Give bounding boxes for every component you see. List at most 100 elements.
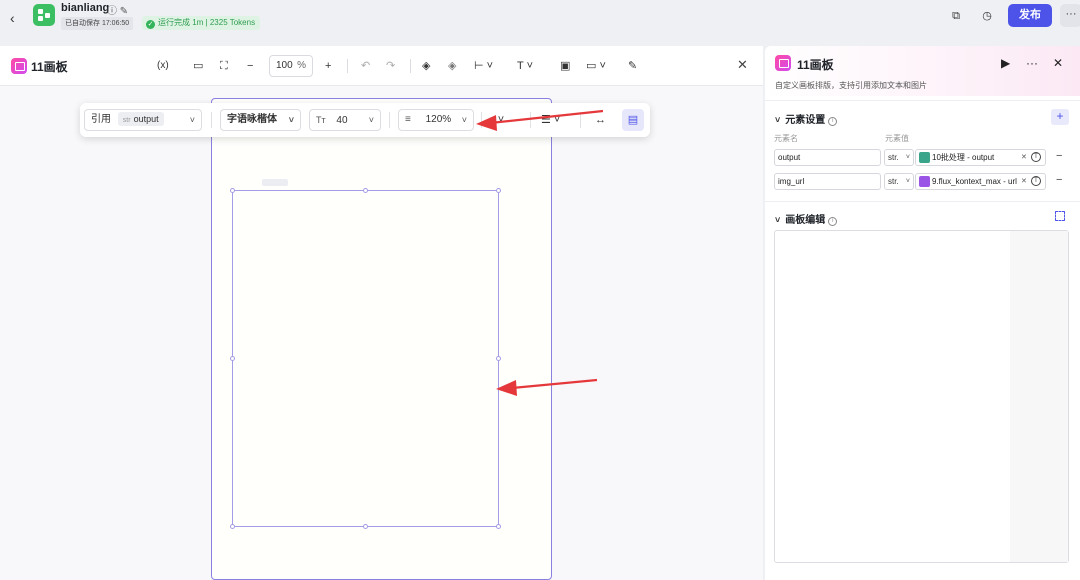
board-edit-header[interactable]: ˅ 画板编辑 i [775,211,838,226]
zoom-input[interactable]: 100% [269,55,313,77]
back-arrow-icon[interactable]: ‹ [10,8,24,28]
divider [765,100,1080,101]
font-size-select[interactable]: Tт 40 ˅ [309,109,381,131]
canvas-area[interactable] [0,86,763,580]
remove-row-icon[interactable]: − [1056,174,1062,186]
font-size-value: 40 [336,115,348,126]
auto-height-icon[interactable]: ▤ [622,109,644,131]
close-editor-icon[interactable]: ✕ [737,57,748,73]
reference-select[interactable]: 引用 str output ˅ [84,109,202,131]
undo-icon[interactable]: ↶ [361,58,370,74]
pen-tool-icon[interactable]: ✎ [628,58,637,74]
panel-description: 自定义画板排版，支持引用添加文本和图片 [775,81,927,90]
arrow-head [496,380,517,396]
batch-node-icon [919,152,930,163]
flux-node-icon [919,176,930,187]
clear-icon[interactable]: ✕ [1021,150,1027,165]
ref-text: 9.flux_kontext_max - url [932,177,1017,186]
arrow-shaft [511,378,598,390]
ref-type-icon[interactable]: T [1031,176,1041,186]
publish-button[interactable]: 发布 [1008,4,1052,27]
element-settings-title: 元素设置 [785,115,826,126]
resize-handle[interactable] [230,524,235,529]
resize-handle[interactable] [363,524,368,529]
run-status-text: 运行完成 1m | 2325 Tokens [158,18,256,27]
top-bar: ‹ bianliang ⓘ ✎ 已自动保存 17:06:50 ✓ 运行完成 1m … [0,0,1080,38]
column-label-name: 元素名 [774,134,798,143]
more-menu-button[interactable]: ··· [1060,4,1080,27]
arrow-shaft [489,109,604,125]
zoom-value: 100 [276,60,293,71]
close-panel-icon[interactable]: ✕ [1053,56,1063,70]
copy-icon[interactable]: ⧉ [948,8,964,24]
more-icon[interactable]: ··· [1026,56,1038,70]
shape-tool-icon[interactable]: ▭ ˅ [586,58,606,74]
chevron-down-icon: ˅ [189,115,195,125]
chevron-down-icon: ˅ [905,178,910,185]
resize-handle[interactable] [496,356,501,361]
element-settings-header[interactable]: ˅ 元素设置 i [775,111,838,126]
ref-text: 10批处理 - output [932,153,995,162]
resize-handle[interactable] [230,188,235,193]
info-icon[interactable]: i [828,217,838,226]
reference-value: output [133,114,159,124]
redo-icon[interactable]: ↷ [386,58,395,74]
layer-up-icon[interactable]: ◈ [422,58,430,74]
ref-type-icon[interactable]: T [1031,152,1041,162]
run-icon[interactable]: ▶ [1001,56,1010,70]
element-name-input[interactable]: output [774,149,881,166]
font-family-value: 字语咏楷体 [227,114,277,125]
divider [765,201,1080,202]
fit-screen-icon[interactable]: ⛶ [220,58,228,74]
check-icon: ✓ [146,20,155,29]
info-icon[interactable]: i [828,117,838,126]
panel-title: 11画板 [797,58,834,72]
annotation-arrow [476,109,604,131]
resize-handle[interactable] [496,188,501,193]
separator [410,59,411,73]
resize-handle[interactable] [230,356,235,361]
chevron-down-icon: ˅ [905,154,910,161]
chevron-down-icon: ˅ [368,115,374,125]
font-family-select[interactable]: 字语咏楷体 ˅ [220,109,301,131]
resize-handle[interactable] [363,188,368,193]
fit-page-icon[interactable]: ▭ [193,58,203,74]
add-element-button[interactable]: + [1051,109,1069,125]
board-edit-title: 画板编辑 [785,215,826,226]
chevron-down-icon: ˅ [775,115,781,125]
selected-text-element[interactable] [232,190,499,527]
element-value-ref[interactable]: 9.flux_kontext_max - url ✕ T [915,173,1046,190]
history-icon[interactable]: ◷ [979,8,995,24]
element-type-value: str. [888,177,899,186]
element-type-select[interactable]: str. ˅ [884,149,914,166]
element-type-select[interactable]: str. ˅ [884,173,914,190]
line-height-select[interactable]: ≡ 120% ˅ [398,109,474,131]
remove-row-icon[interactable]: − [1056,150,1062,162]
text-tool-icon[interactable]: T ˅ [517,58,533,74]
board-edit-preview[interactable] [774,230,1069,563]
zoom-in-icon[interactable]: + [325,58,331,74]
board-icon [11,58,27,74]
panel-header: 11画板 ▶ ··· ✕ 自定义画板排版，支持引用添加文本和图片 [765,46,1080,96]
separator [211,112,212,128]
image-tool-icon[interactable]: ▣ [560,58,570,74]
element-tag [262,179,288,186]
separator [389,112,390,128]
variable-icon[interactable]: (x) [157,58,169,74]
zoom-out-icon[interactable]: − [247,58,253,74]
reference-pill: str output [117,112,164,126]
layer-down-icon[interactable]: ◈ [448,58,456,74]
reference-type: str [122,117,131,124]
font-size-icon: Tт [316,115,326,125]
app-info-icons[interactable]: ⓘ ✎ [107,2,128,17]
expand-icon[interactable] [1055,211,1065,221]
align-icon[interactable]: ⊢ ˅ [474,58,493,74]
separator [347,59,348,73]
clear-icon[interactable]: ✕ [1021,174,1027,189]
resize-handle[interactable] [496,524,501,529]
arrow-head [476,115,497,131]
board-icon [775,55,791,71]
run-status-badge[interactable]: ✓ 运行完成 1m | 2325 Tokens [142,16,261,30]
element-name-input[interactable]: img_url [774,173,881,190]
element-value-ref[interactable]: 10批处理 - output ✕ T [915,149,1046,166]
